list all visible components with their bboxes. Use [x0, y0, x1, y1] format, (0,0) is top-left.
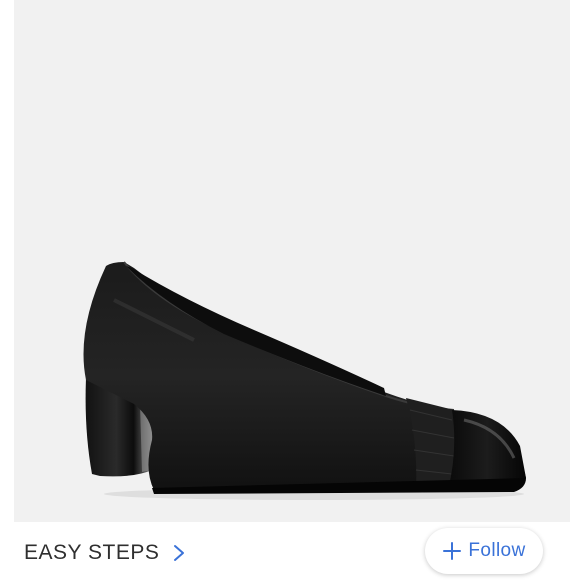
seller-link[interactable]: EASY STEPS: [24, 538, 185, 568]
chevron-right-icon: [174, 545, 185, 561]
follow-button[interactable]: Follow: [425, 528, 543, 574]
shoe-image: [83, 261, 526, 500]
seller-name[interactable]: EASY STEPS: [24, 541, 159, 565]
follow-label: Follow: [468, 540, 526, 561]
plus-icon: [443, 542, 462, 560]
listing-page: EASY STEPS Follow: [0, 0, 580, 580]
product-photo[interactable]: [14, 0, 570, 522]
seller-bar: EASY STEPS Follow: [0, 522, 580, 580]
